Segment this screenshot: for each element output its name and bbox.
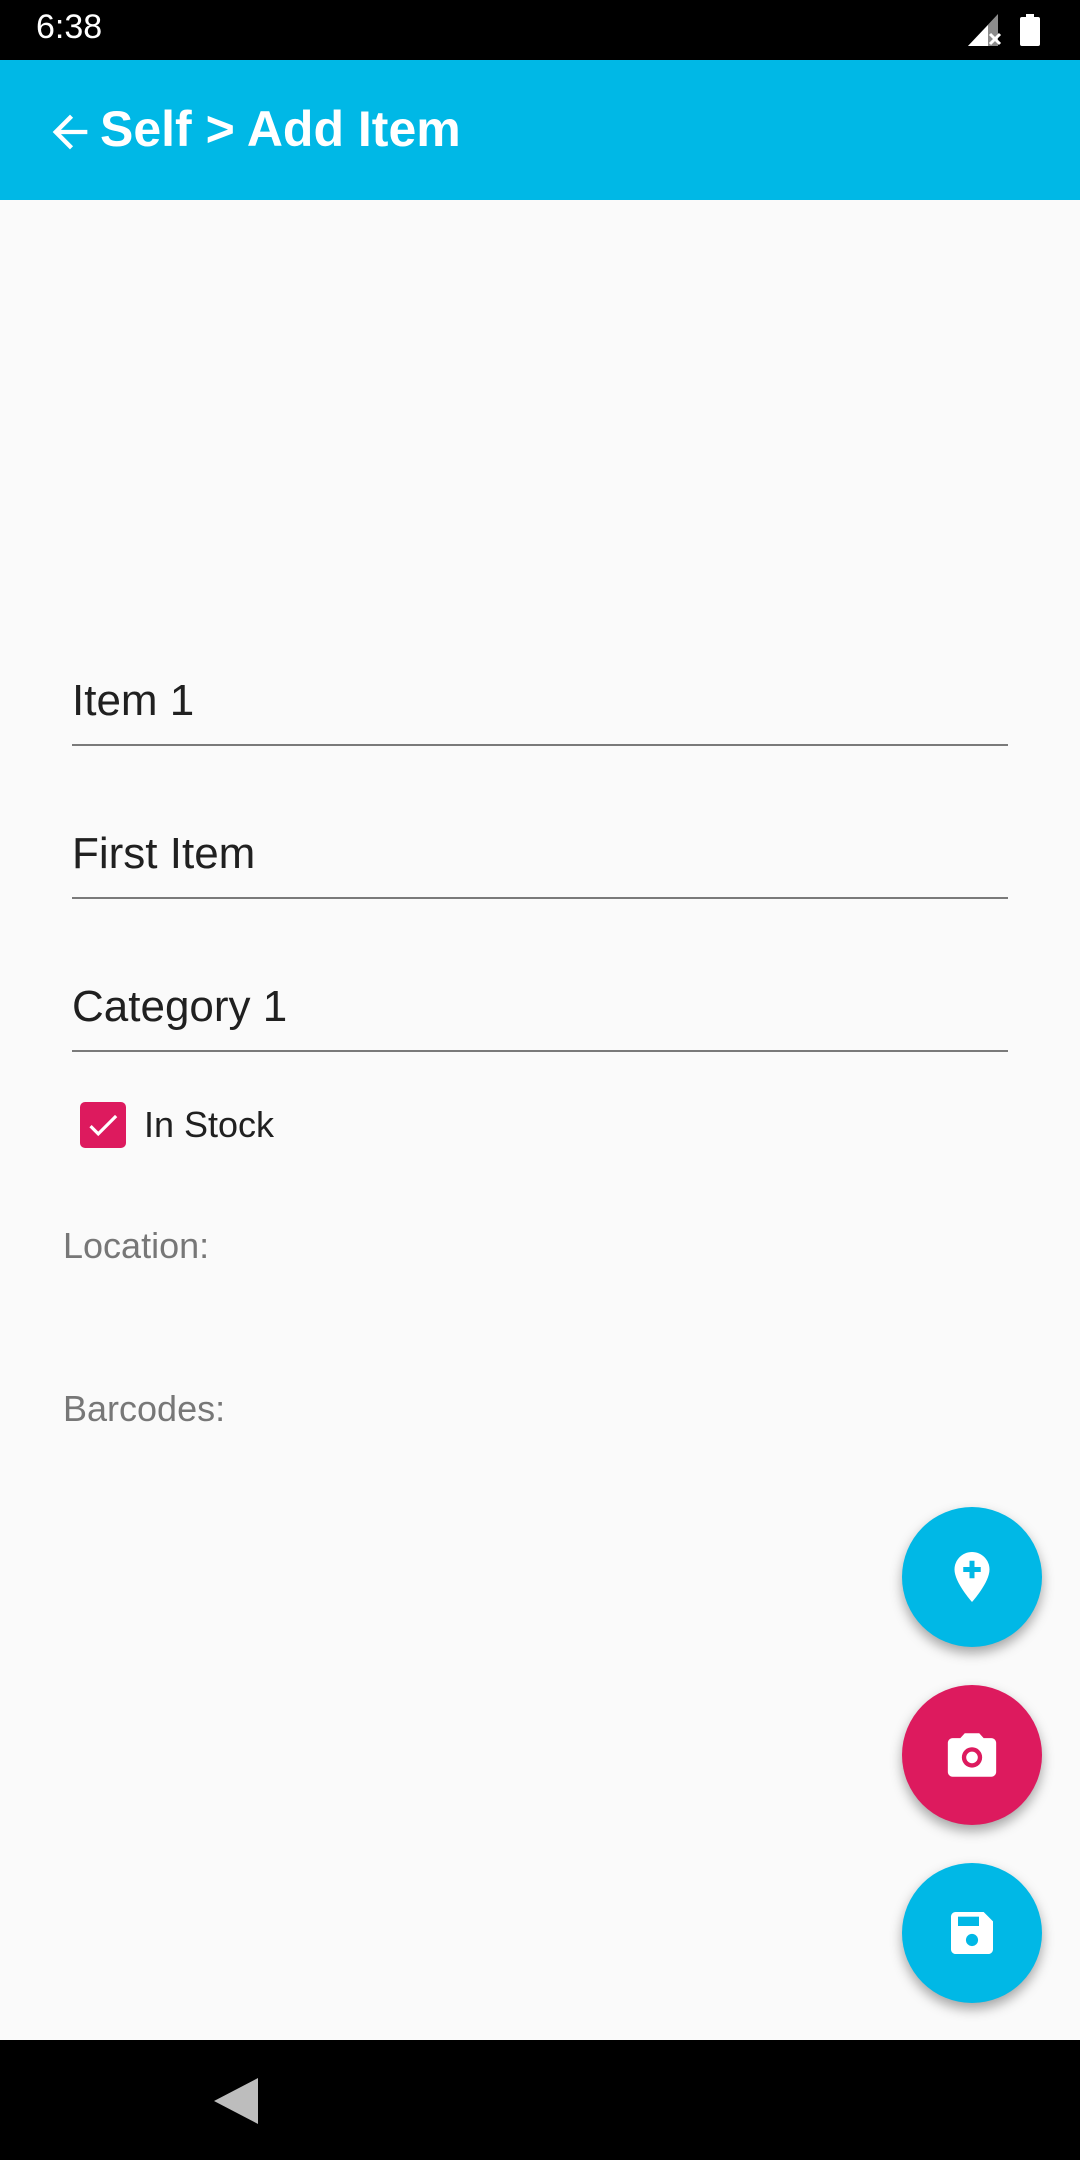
add-location-icon — [954, 1552, 990, 1602]
signal-off-icon — [968, 14, 1002, 46]
barcodes-label: Barcodes: — [63, 1388, 226, 1429]
location-label: Location: — [63, 1225, 210, 1266]
arrow-back-icon[interactable] — [44, 106, 96, 158]
nav-back-icon[interactable] — [214, 2078, 258, 2124]
item-category-input[interactable] — [72, 982, 1008, 1032]
item-category-field[interactable] — [72, 970, 1008, 1052]
status-bar: 6:38 — [0, 0, 1080, 60]
page-title: Self > Add Item — [100, 101, 461, 157]
save-icon — [951, 1912, 993, 1954]
camera-button[interactable] — [902, 1685, 1042, 1825]
in-stock-label: In Stock — [144, 1104, 275, 1145]
camera-icon — [947, 1733, 997, 1777]
check-icon — [89, 1114, 118, 1137]
save-button[interactable] — [902, 1863, 1042, 2003]
item-name-field[interactable] — [72, 664, 1008, 746]
status-icons — [968, 14, 1040, 46]
in-stock-row[interactable]: In Stock — [80, 1102, 274, 1148]
item-description-input[interactable] — [72, 829, 1008, 879]
app-bar: Self > Add Item — [0, 60, 1080, 200]
battery-icon — [1020, 14, 1040, 46]
add-location-button[interactable] — [902, 1507, 1042, 1647]
system-nav-bar — [0, 2040, 1080, 2160]
item-description-field[interactable] — [72, 817, 1008, 899]
in-stock-checkbox[interactable] — [80, 1102, 126, 1148]
item-name-input[interactable] — [72, 676, 1008, 726]
status-time: 6:38 — [36, 8, 103, 46]
